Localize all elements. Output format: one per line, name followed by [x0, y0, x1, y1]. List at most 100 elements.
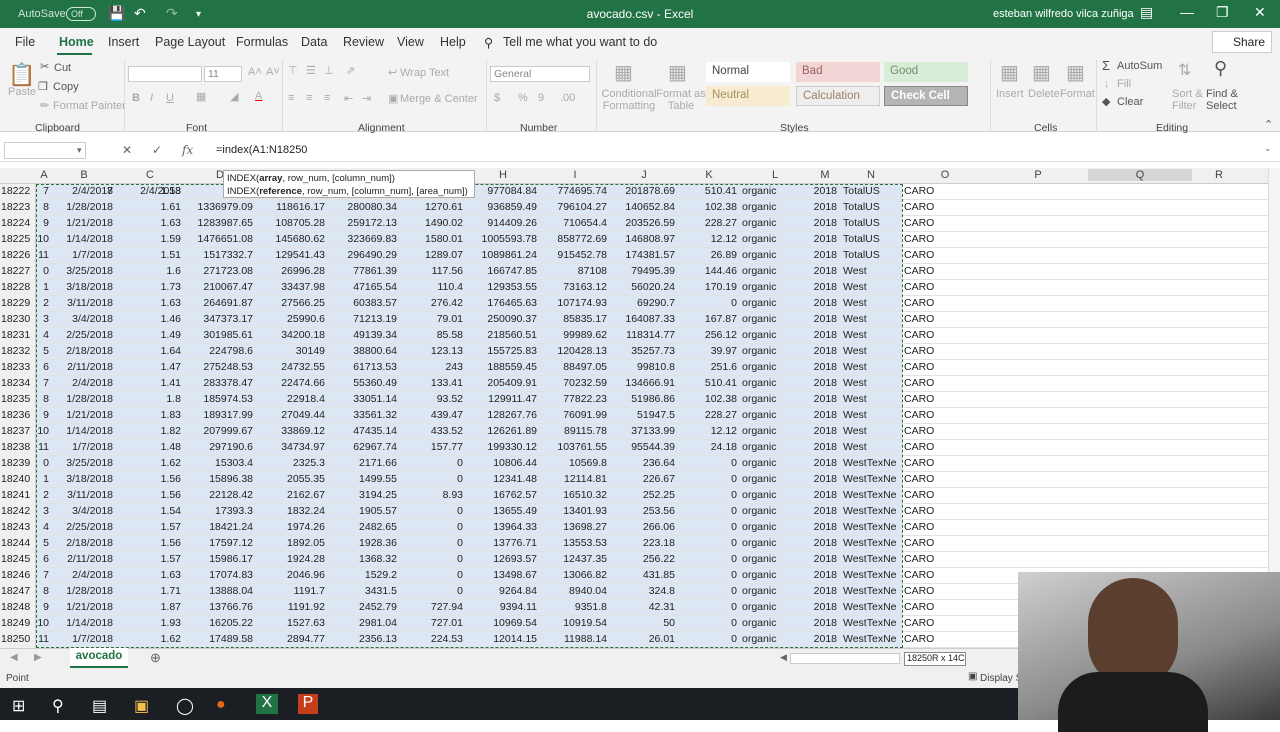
- table-cell[interactable]: 253.56: [610, 505, 675, 517]
- ribbon-display-icon[interactable]: ▤: [1140, 4, 1153, 21]
- table-cell[interactable]: 1580.01: [400, 233, 463, 245]
- row-header[interactable]: 18247: [0, 584, 36, 600]
- table-cell[interactable]: 76091.99: [540, 409, 607, 421]
- table-cell[interactable]: 0: [678, 297, 737, 309]
- table-cell[interactable]: 228.27: [678, 409, 737, 421]
- row-header[interactable]: 18248: [0, 600, 36, 616]
- new-sheet-icon[interactable]: ⊕: [150, 650, 161, 666]
- column-header[interactable]: C: [116, 169, 184, 181]
- row-header[interactable]: 18228: [0, 280, 36, 296]
- table-cell[interactable]: organic: [742, 249, 807, 261]
- table-cell[interactable]: 25990.6: [256, 313, 325, 325]
- tab-review[interactable]: Review: [343, 35, 384, 49]
- table-cell[interactable]: 2482.65: [328, 521, 397, 533]
- table-cell[interactable]: 166747.85: [466, 265, 537, 277]
- table-cell[interactable]: 1.83: [116, 409, 181, 421]
- table-cell[interactable]: 0: [678, 537, 737, 549]
- table-cell[interactable]: organic: [742, 361, 807, 373]
- table-cell[interactable]: 2/4/2018: [52, 185, 113, 197]
- insert-function-icon[interactable]: fx: [182, 143, 193, 157]
- table-cell[interactable]: 4: [36, 329, 49, 341]
- table-cell[interactable]: 2018: [810, 377, 837, 389]
- table-cell[interactable]: 9: [36, 409, 49, 421]
- style-bad[interactable]: Bad: [796, 62, 880, 82]
- table-cell[interactable]: 2018: [810, 569, 837, 581]
- table-cell[interactable]: 17597.12: [184, 537, 253, 549]
- table-cell[interactable]: organic: [742, 297, 807, 309]
- table-cell[interactable]: 256.12: [678, 329, 737, 341]
- table-cell[interactable]: 1: [36, 281, 49, 293]
- table-cell[interactable]: 6: [36, 361, 49, 373]
- table-cell[interactable]: West: [843, 425, 900, 437]
- table-cell[interactable]: 61713.53: [328, 361, 397, 373]
- table-cell[interactable]: 22474.66: [256, 377, 325, 389]
- table-cell[interactable]: 2018: [810, 521, 837, 533]
- table-cell[interactable]: 108705.28: [256, 217, 325, 229]
- table-cell[interactable]: 33051.14: [328, 393, 397, 405]
- table-cell[interactable]: organic: [742, 585, 807, 597]
- table-cell[interactable]: organic: [742, 457, 807, 469]
- table-cell[interactable]: 157.77: [400, 441, 463, 453]
- table-cell[interactable]: 3: [36, 313, 49, 325]
- align-center-icon[interactable]: ≡: [306, 92, 312, 104]
- table-cell[interactable]: 70232.59: [540, 377, 607, 389]
- italic-icon[interactable]: I: [150, 92, 153, 104]
- tab-help[interactable]: Help: [440, 35, 466, 49]
- table-cell[interactable]: CARO: [904, 345, 985, 357]
- table-cell[interactable]: 2/4/2018: [52, 377, 113, 389]
- table-cell[interactable]: organic: [742, 233, 807, 245]
- share-button[interactable]: Share: [1212, 31, 1272, 53]
- column-header[interactable]: I: [540, 169, 610, 181]
- table-cell[interactable]: 252.25: [610, 489, 675, 501]
- table-cell[interactable]: 1/28/2018: [52, 201, 113, 213]
- table-cell[interactable]: organic: [742, 473, 807, 485]
- table-cell[interactable]: West: [843, 377, 900, 389]
- table-cell[interactable]: 50: [610, 617, 675, 629]
- table-cell[interactable]: 1.57: [116, 521, 181, 533]
- table-cell[interactable]: 107174.93: [540, 297, 607, 309]
- row-header[interactable]: 18222: [0, 184, 36, 200]
- table-cell[interactable]: WestTexNe: [843, 505, 900, 517]
- table-cell[interactable]: 1490.02: [400, 217, 463, 229]
- table-cell[interactable]: 2018: [810, 233, 837, 245]
- table-cell[interactable]: 117.56: [400, 265, 463, 277]
- table-cell[interactable]: 0: [678, 585, 737, 597]
- table-cell[interactable]: 126261.89: [466, 425, 537, 437]
- table-cell[interactable]: 95544.39: [610, 441, 675, 453]
- table-cell[interactable]: 88497.05: [540, 361, 607, 373]
- table-cell[interactable]: 13698.27: [540, 521, 607, 533]
- firefox-icon[interactable]: ●: [216, 696, 226, 714]
- table-cell[interactable]: 3431.5: [328, 585, 397, 597]
- table-cell[interactable]: 296490.29: [328, 249, 397, 261]
- table-cell[interactable]: 1832.24: [256, 505, 325, 517]
- percent-icon[interactable]: %: [518, 92, 528, 104]
- table-cell[interactable]: 2018: [810, 633, 837, 645]
- table-cell[interactable]: 1476651.08: [184, 233, 253, 245]
- table-cell[interactable]: 1.63: [116, 217, 181, 229]
- table-cell[interactable]: 0: [678, 473, 737, 485]
- table-cell[interactable]: 0: [400, 521, 463, 533]
- font-size-select[interactable]: 11: [204, 66, 242, 82]
- table-cell[interactable]: 1499.55: [328, 473, 397, 485]
- table-cell[interactable]: TotalUS: [843, 217, 900, 229]
- table-cell[interactable]: 145680.62: [256, 233, 325, 245]
- table-cell[interactable]: 2/11/2018: [52, 361, 113, 373]
- table-cell[interactable]: 1.49: [116, 329, 181, 341]
- table-cell[interactable]: 9: [36, 217, 49, 229]
- table-cell[interactable]: 8: [36, 585, 49, 597]
- table-cell[interactable]: organic: [742, 569, 807, 581]
- table-cell[interactable]: 0: [678, 505, 737, 517]
- table-cell[interactable]: CARO: [904, 521, 985, 533]
- table-cell[interactable]: 2018: [810, 185, 837, 197]
- table-cell[interactable]: 1/14/2018: [52, 617, 113, 629]
- style-good[interactable]: Good: [884, 62, 968, 82]
- collapse-ribbon-icon[interactable]: ⌃: [1264, 118, 1273, 131]
- table-cell[interactable]: 10: [36, 425, 49, 437]
- table-cell[interactable]: 3: [36, 505, 49, 517]
- table-cell[interactable]: 188559.45: [466, 361, 537, 373]
- table-cell[interactable]: 155725.83: [466, 345, 537, 357]
- column-header[interactable]: R: [1192, 169, 1246, 181]
- table-cell[interactable]: organic: [742, 489, 807, 501]
- table-cell[interactable]: 1/28/2018: [52, 585, 113, 597]
- table-cell[interactable]: 1.62: [116, 633, 181, 645]
